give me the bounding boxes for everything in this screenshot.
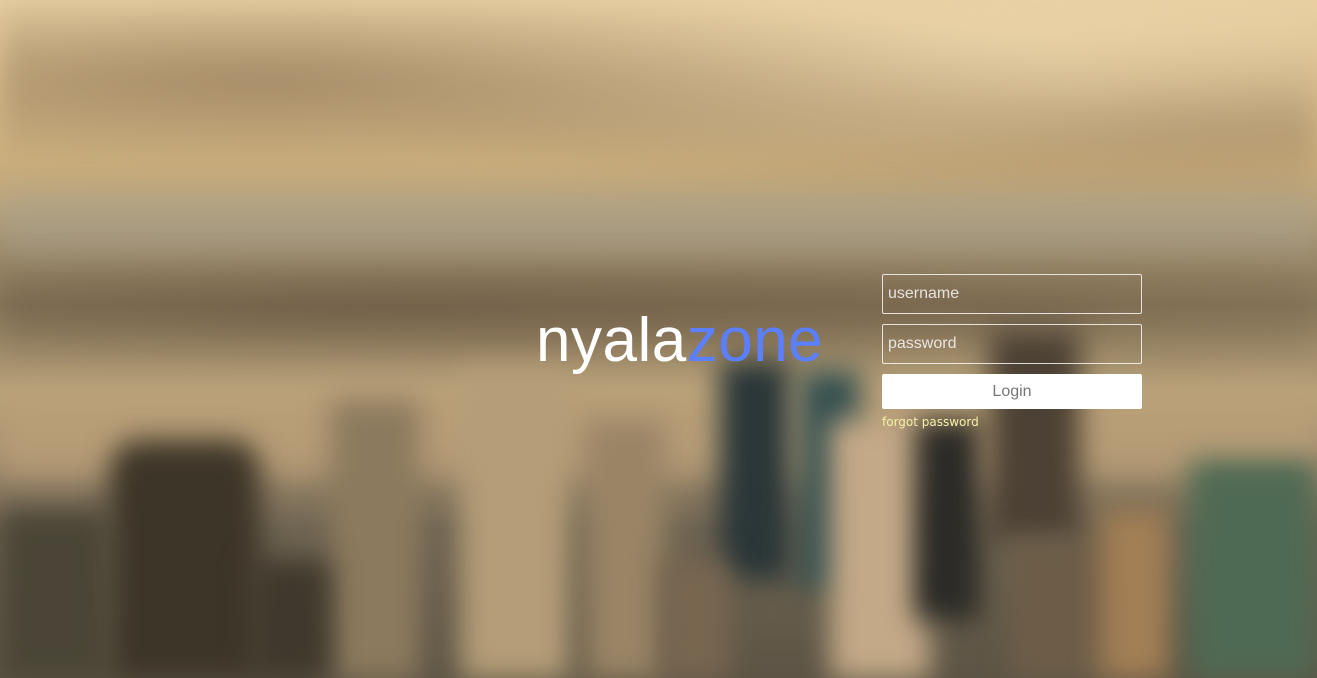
username-input[interactable] bbox=[882, 274, 1142, 314]
site-logo: nyalazone bbox=[536, 306, 823, 376]
password-input[interactable] bbox=[882, 324, 1142, 364]
logo-text-primary: nyala bbox=[536, 306, 687, 375]
forgot-password-link[interactable]: forgot password bbox=[882, 415, 979, 429]
logo-text-accent: zone bbox=[686, 306, 824, 375]
login-button[interactable]: Login bbox=[882, 374, 1142, 409]
login-form: Login forgot password bbox=[882, 274, 1142, 431]
